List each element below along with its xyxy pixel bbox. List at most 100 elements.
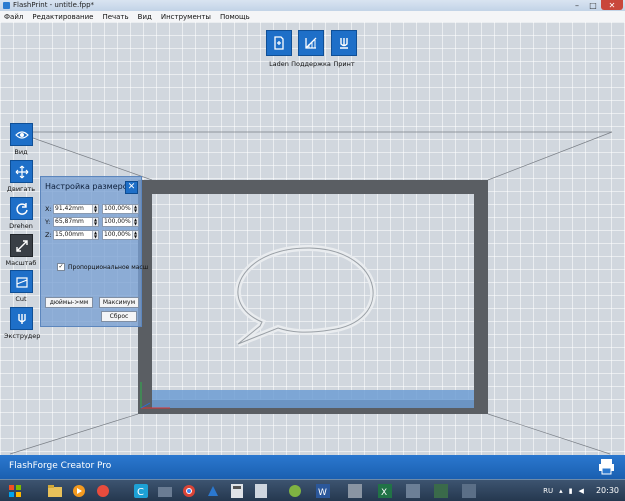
folder-icon[interactable] xyxy=(156,482,174,499)
flashprint-icon[interactable] xyxy=(204,482,222,499)
minimize-button[interactable]: – xyxy=(569,0,585,10)
y-size-input[interactable]: 65,87mm ▲ ▼ xyxy=(53,216,99,227)
app6-icon[interactable] xyxy=(432,482,450,499)
z-percent-value: 100,00% xyxy=(104,231,131,238)
rotate-button[interactable]: Drehen xyxy=(9,197,34,230)
rotate-label: Drehen xyxy=(9,222,33,230)
scale-label: Масштаб xyxy=(5,259,37,267)
app2-icon[interactable] xyxy=(252,482,270,499)
y-size-value: 65,87mm xyxy=(55,218,84,225)
os-taskbar: C W X RU ▴ ▮ ◀ 20:30 xyxy=(0,479,625,501)
y-percent-value: 100,00% xyxy=(104,218,131,225)
x-size-input[interactable]: 91,42mm ▲ ▼ xyxy=(53,203,99,214)
proportional-scale-label: Пропорциональное масш xyxy=(68,263,149,271)
speech-bubble-model xyxy=(234,244,377,347)
printer-status-icon[interactable] xyxy=(598,458,615,475)
menu-help[interactable]: Помощь xyxy=(216,13,255,21)
print-button[interactable]: Принт xyxy=(331,30,357,68)
start-button[interactable] xyxy=(6,482,24,499)
excel-icon[interactable]: X xyxy=(376,482,394,499)
frame-line xyxy=(9,413,139,455)
status-bar: FlashForge Creator Pro xyxy=(0,455,625,479)
menu-edit[interactable]: Редактирование xyxy=(28,13,98,21)
svg-text:X: X xyxy=(381,488,387,498)
x-size-row: X: 91,42mm ▲ ▼ 100,00% ▲ ▼ xyxy=(45,203,139,214)
build-plate-base xyxy=(152,390,474,408)
x-label: X: xyxy=(45,204,52,213)
y-label: Y: xyxy=(45,217,51,226)
x-percent-input[interactable]: 100,00% ▲ ▼ xyxy=(102,203,139,214)
frame-line xyxy=(487,413,611,455)
checkbox-mark: ✓ xyxy=(57,263,65,271)
cut-icon xyxy=(10,270,33,293)
z-percent-spinner[interactable]: ▲ ▼ xyxy=(132,230,138,239)
chrome-icon[interactable] xyxy=(180,482,198,499)
chrome-icon-1[interactable]: C xyxy=(132,482,150,499)
view-label: Вид xyxy=(14,148,28,156)
volume-icon[interactable]: ◀ xyxy=(579,487,584,495)
maximum-button[interactable]: Максимум xyxy=(99,297,139,308)
window-title: FlashPrint - untitle.fpp* xyxy=(13,1,95,9)
close-window-button[interactable]: ✕ xyxy=(601,0,623,10)
menu-file[interactable]: Файл xyxy=(0,13,28,21)
media-player-icon[interactable] xyxy=(70,482,88,499)
z-size-spinner[interactable]: ▲ ▼ xyxy=(92,230,98,239)
window-controls: – □ ✕ xyxy=(569,0,623,10)
extruder-button[interactable]: Экструдер xyxy=(4,307,40,340)
cut-button[interactable]: Cut xyxy=(10,270,34,303)
view-button[interactable]: Вид xyxy=(10,123,34,156)
calc-icon[interactable] xyxy=(228,482,246,499)
panel-close-button[interactable]: ✕ xyxy=(125,181,138,194)
menu-view[interactable]: Вид xyxy=(134,13,157,21)
language-indicator[interactable]: RU xyxy=(543,487,553,495)
x-percent-spinner[interactable]: ▲ ▼ xyxy=(132,204,138,213)
size-settings-panel: Настройка размеров ✕ X: 91,42mm ▲ ▼ 100,0… xyxy=(40,176,148,327)
scale-icon xyxy=(10,234,33,257)
z-size-input[interactable]: 15,00mm ▲ ▼ xyxy=(53,229,99,240)
clock[interactable]: 20:30 xyxy=(596,486,619,495)
cut-label: Cut xyxy=(15,295,27,303)
extruder-label: Экструдер xyxy=(4,332,41,340)
extruder-icon xyxy=(10,307,33,330)
y-percent-spinner[interactable]: ▲ ▼ xyxy=(132,217,138,226)
explorer-icon[interactable] xyxy=(46,482,64,499)
z-label: Z: xyxy=(45,230,52,239)
z-size-value: 15,00mm xyxy=(55,231,84,238)
viewport-3d[interactable]: Laden Поддержка Принт Вид Двигать Drehen xyxy=(0,22,625,479)
app-icon-1[interactable] xyxy=(94,482,112,499)
move-label: Двигать xyxy=(6,185,36,193)
x-percent-value: 100,00% xyxy=(104,205,131,212)
y-size-spinner[interactable]: ▲ ▼ xyxy=(92,217,98,226)
eye-icon xyxy=(10,123,33,146)
y-size-row: Y: 65,87mm ▲ ▼ 100,00% ▲ ▼ xyxy=(45,216,139,227)
maximize-button[interactable]: □ xyxy=(585,0,601,10)
reset-button[interactable]: Сброс xyxy=(101,311,137,322)
tray-arrow-icon[interactable]: ▴ xyxy=(559,487,563,495)
support-icon xyxy=(298,30,324,56)
menu-print[interactable]: Печать xyxy=(98,13,133,21)
panel-title: Настройка размеров xyxy=(45,182,133,191)
menu-tools[interactable]: Инструменты xyxy=(157,13,216,21)
scale-button[interactable]: Масштаб xyxy=(6,234,36,267)
move-button[interactable]: Двигать xyxy=(7,160,35,193)
proportional-scale-checkbox[interactable]: ✓ Пропорциональное масш xyxy=(57,263,148,271)
z-percent-input[interactable]: 100,00% ▲ ▼ xyxy=(102,229,139,240)
app-icon xyxy=(3,2,10,9)
x-size-value: 91,42mm xyxy=(55,205,84,212)
load-file-icon xyxy=(266,30,292,56)
svg-text:C: C xyxy=(137,487,144,498)
z-size-row: Z: 15,00mm ▲ ▼ 100,00% ▲ ▼ xyxy=(45,229,139,240)
print-label: Принт xyxy=(333,60,355,68)
y-percent-input[interactable]: 100,00% ▲ ▼ xyxy=(102,216,139,227)
app5-icon[interactable] xyxy=(404,482,422,499)
inch-to-mm-button[interactable]: дюймы->мм xyxy=(45,297,93,308)
app7-icon[interactable] xyxy=(460,482,478,499)
x-size-spinner[interactable]: ▲ ▼ xyxy=(92,204,98,213)
network-icon[interactable]: ▮ xyxy=(569,487,573,495)
print-icon xyxy=(331,30,357,56)
rotate-icon xyxy=(10,197,33,220)
app3-icon[interactable] xyxy=(286,482,304,499)
system-tray: RU ▴ ▮ ◀ 20:30 xyxy=(537,480,619,501)
app4-icon[interactable] xyxy=(346,482,364,499)
word-icon[interactable]: W xyxy=(314,482,332,499)
